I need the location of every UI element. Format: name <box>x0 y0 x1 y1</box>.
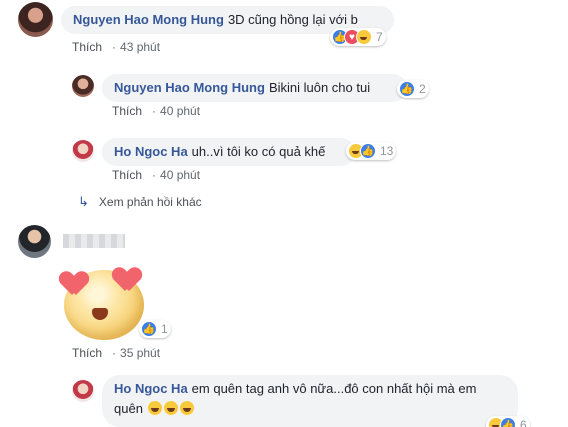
separator-dot: · <box>112 346 117 360</box>
more-replies-link[interactable]: ↳ Xem phản hồi khác <box>78 194 202 210</box>
avatar[interactable] <box>18 2 53 37</box>
comment-text: uh..vì tôi ko có quả khế <box>191 144 326 159</box>
comment-bubble: Ho Ngoc Ha em quên tag anh vô nữa...đô co… <box>102 375 518 427</box>
like-link[interactable]: Thích <box>72 40 102 54</box>
separator-dot: · <box>152 168 157 182</box>
like-icon: 👍 <box>399 81 415 97</box>
like-icon: 👍 <box>500 417 516 427</box>
comment-author[interactable]: Ho Ngoc Ha <box>114 144 188 159</box>
comment-text: Bikini luôn cho tui <box>268 80 371 95</box>
comment-author[interactable]: Ho Ngoc Ha <box>114 381 188 396</box>
reaction-summary[interactable]: 👍 6 <box>486 416 530 427</box>
like-icon: 👍 <box>360 143 376 159</box>
reaction-count: 2 <box>419 82 426 96</box>
heart-eye-left <box>61 272 87 296</box>
comment-time[interactable]: 40 phút <box>160 168 200 182</box>
haha-emoji <box>147 401 162 415</box>
comment-time[interactable]: 40 phút <box>160 104 200 118</box>
avatar[interactable] <box>72 140 94 162</box>
reaction-count: 13 <box>380 144 394 158</box>
avatar[interactable] <box>18 225 51 258</box>
reaction-count: 1 <box>161 322 168 336</box>
reaction-summary[interactable]: 👍 2 <box>397 80 429 98</box>
haha-emoji <box>163 401 178 415</box>
comment-bubble: Ho Ngoc Ha uh..vì tôi ko có quả khế <box>102 138 355 166</box>
comment-time[interactable]: 35 phút <box>120 346 160 360</box>
blurred-author-name <box>63 234 125 248</box>
separator-dot: · <box>152 104 157 118</box>
comment-text: 3D cũng hồng lại với b <box>227 12 358 27</box>
comment-author[interactable]: Nguyen Hao Mong Hung <box>73 12 224 27</box>
heart-eye-right <box>114 268 140 292</box>
more-replies-label: Xem phản hồi khác <box>98 195 202 209</box>
reaction-count: 7 <box>376 30 383 44</box>
like-link[interactable]: Thích <box>112 168 142 182</box>
reaction-summary[interactable]: 👍 13 <box>346 142 397 160</box>
comment-meta: Thích · 35 phút <box>72 346 160 360</box>
reaction-summary[interactable]: 👍 1 <box>139 320 171 338</box>
comment-bubble: Nguyen Hao Mong Hung Bikini luôn cho tui <box>102 74 407 102</box>
like-icon: 👍 <box>141 321 157 337</box>
comment-meta: Thích · 40 phút <box>112 104 200 118</box>
separator-dot: · <box>112 40 117 54</box>
comment-meta: Thích · 40 phút <box>112 168 200 182</box>
haha-emoji <box>179 401 194 415</box>
reaction-summary[interactable]: 👍 ♥ 7 <box>330 28 386 46</box>
comment-author[interactable]: Nguyen Hao Mong Hung <box>114 80 265 95</box>
like-link[interactable]: Thích <box>72 346 102 360</box>
comment-meta: Thích · 43 phút <box>72 40 160 54</box>
haha-icon <box>356 29 372 45</box>
avatar[interactable] <box>72 380 94 402</box>
comment-time[interactable]: 43 phút <box>120 40 160 54</box>
like-link[interactable]: Thích <box>112 104 142 118</box>
avatar[interactable] <box>72 75 94 97</box>
reply-arrow-icon: ↳ <box>78 194 89 209</box>
reaction-count: 6 <box>520 418 527 427</box>
